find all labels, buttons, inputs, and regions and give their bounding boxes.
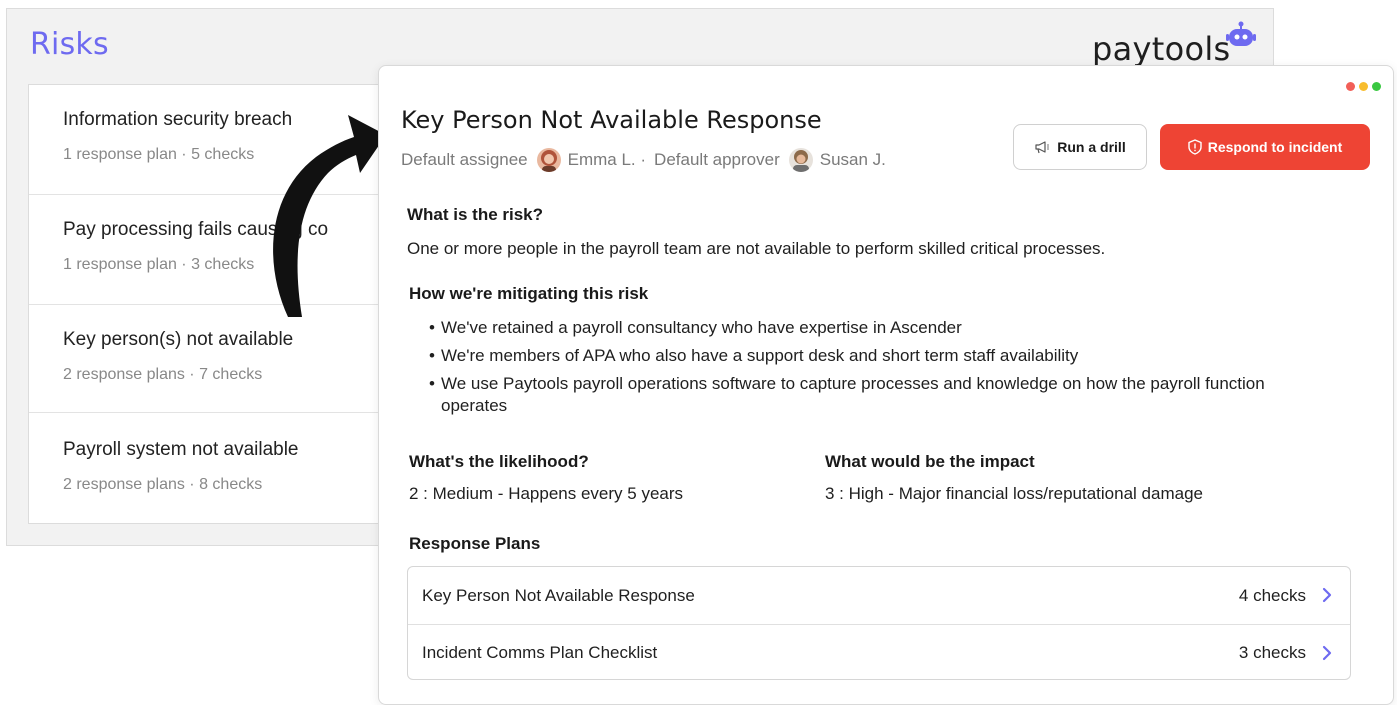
logo-text: paytools <box>1092 30 1231 68</box>
risk-meta: 1 response plan · 5 checks <box>63 146 255 163</box>
risk-heading: What is the risk? <box>407 205 544 224</box>
impact-value: 3 : High - Major financial loss/reputati… <box>825 484 1203 503</box>
close-window-button[interactable] <box>1346 82 1355 91</box>
mitigation-heading: How we're mitigating this risk <box>409 284 649 303</box>
robot-logo-icon <box>1226 21 1256 46</box>
assignee-avatar[interactable] <box>536 148 561 172</box>
run-drill-button[interactable]: Run a drill <box>1013 124 1147 170</box>
assignee-label: Default assignee <box>401 150 528 169</box>
likelihood-value: 2 : Medium - Happens every 5 years <box>409 484 684 503</box>
approver-avatar[interactable] <box>788 148 813 172</box>
maximize-window-button[interactable] <box>1372 82 1381 91</box>
plan-name: Incident Comms Plan Checklist <box>422 643 658 662</box>
response-plan-row[interactable]: Key Person Not Available Response 4 chec… <box>408 567 1350 624</box>
run-drill-label: Run a drill <box>1057 139 1126 155</box>
page-title: Risks <box>30 27 109 62</box>
plan-check-count: 4 checks <box>1238 585 1306 605</box>
likelihood-heading: What's the likelihood? <box>409 452 589 471</box>
response-plan-row[interactable]: Incident Comms Plan Checklist 3 checks <box>408 624 1350 679</box>
risk-name: Key person(s) not available <box>63 329 294 350</box>
risk-meta: 2 response plans · 7 checks <box>63 366 263 383</box>
window-controls <box>1346 82 1381 91</box>
minimize-window-button[interactable] <box>1359 82 1368 91</box>
response-plans-heading: Response Plans <box>409 534 541 553</box>
list-item: We've retained a payroll consultancy who… <box>429 317 1311 339</box>
respond-label: Respond to incident <box>1207 139 1343 155</box>
approver-label: Default approver <box>654 150 780 169</box>
assignment-row: Default assignee Emma L. · Default appro… <box>401 146 886 174</box>
chevron-right-icon <box>1322 645 1332 661</box>
list-item: We're members of APA who also have a sup… <box>429 345 1311 367</box>
plan-check-count: 3 checks <box>1238 643 1306 662</box>
response-plans-list: Key Person Not Available Response 4 chec… <box>407 566 1351 680</box>
risk-detail-modal: Key Person Not Available Response Defaul… <box>378 65 1394 705</box>
risk-name: Payroll system not available <box>63 439 299 460</box>
impact-heading: What would be the impact <box>825 452 1035 471</box>
risk-description: One or more people in the payroll team a… <box>407 239 1106 258</box>
mitigation-list: We've retained a payroll consultancy who… <box>429 317 1311 423</box>
megaphone-icon <box>1035 141 1050 154</box>
shield-alert-icon <box>1188 139 1202 155</box>
list-item: We use Paytools payroll operations softw… <box>429 373 1301 417</box>
assignee-name: Emma L. · <box>567 150 647 169</box>
approver-name: Susan J. <box>819 150 886 169</box>
risk-meta: 2 response plans · 8 checks <box>63 476 263 493</box>
risk-title: Key Person Not Available Response <box>401 106 822 134</box>
plan-name: Key Person Not Available Response <box>422 585 695 605</box>
respond-to-incident-button[interactable]: Respond to incident <box>1160 124 1370 170</box>
risk-meta: 1 response plan · 3 checks <box>63 256 255 273</box>
paytools-logo: paytools <box>1092 21 1262 70</box>
chevron-right-icon <box>1322 587 1332 603</box>
